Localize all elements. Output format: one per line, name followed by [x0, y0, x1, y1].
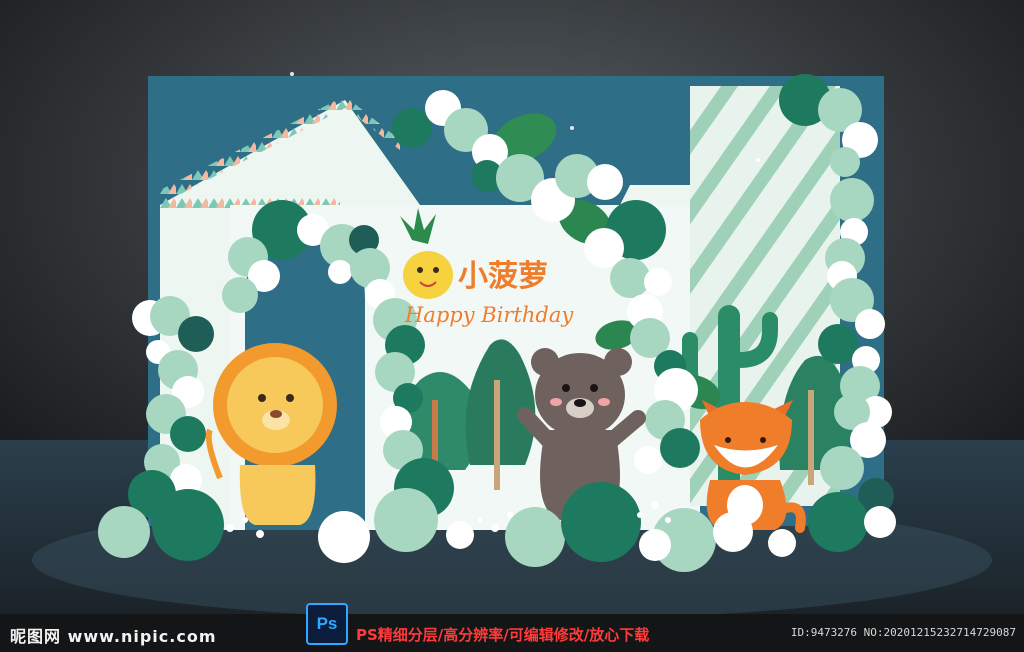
ps-caption: PS精细分层/高分辨率/可编辑修改/放心下载: [356, 626, 650, 644]
site-watermark: 昵图网 www.nipic.com: [10, 627, 217, 646]
image-id-text: ID:9473276 NO:20201215232714729087: [790, 626, 1016, 639]
birthday-name-text: 小菠萝: [458, 259, 548, 294]
photoshop-icon: Ps: [306, 603, 348, 645]
scene-svg: 小菠萝 Happy Birthday: [0, 0, 1024, 614]
party-backdrop-scene: 小菠萝 Happy Birthday: [0, 0, 1024, 614]
happy-birthday-text: Happy Birthday: [404, 303, 574, 327]
watermark-footer: 昵图网 www.nipic.com PS精细分层/高分辨率/可编辑修改/放心下载…: [0, 614, 1024, 652]
